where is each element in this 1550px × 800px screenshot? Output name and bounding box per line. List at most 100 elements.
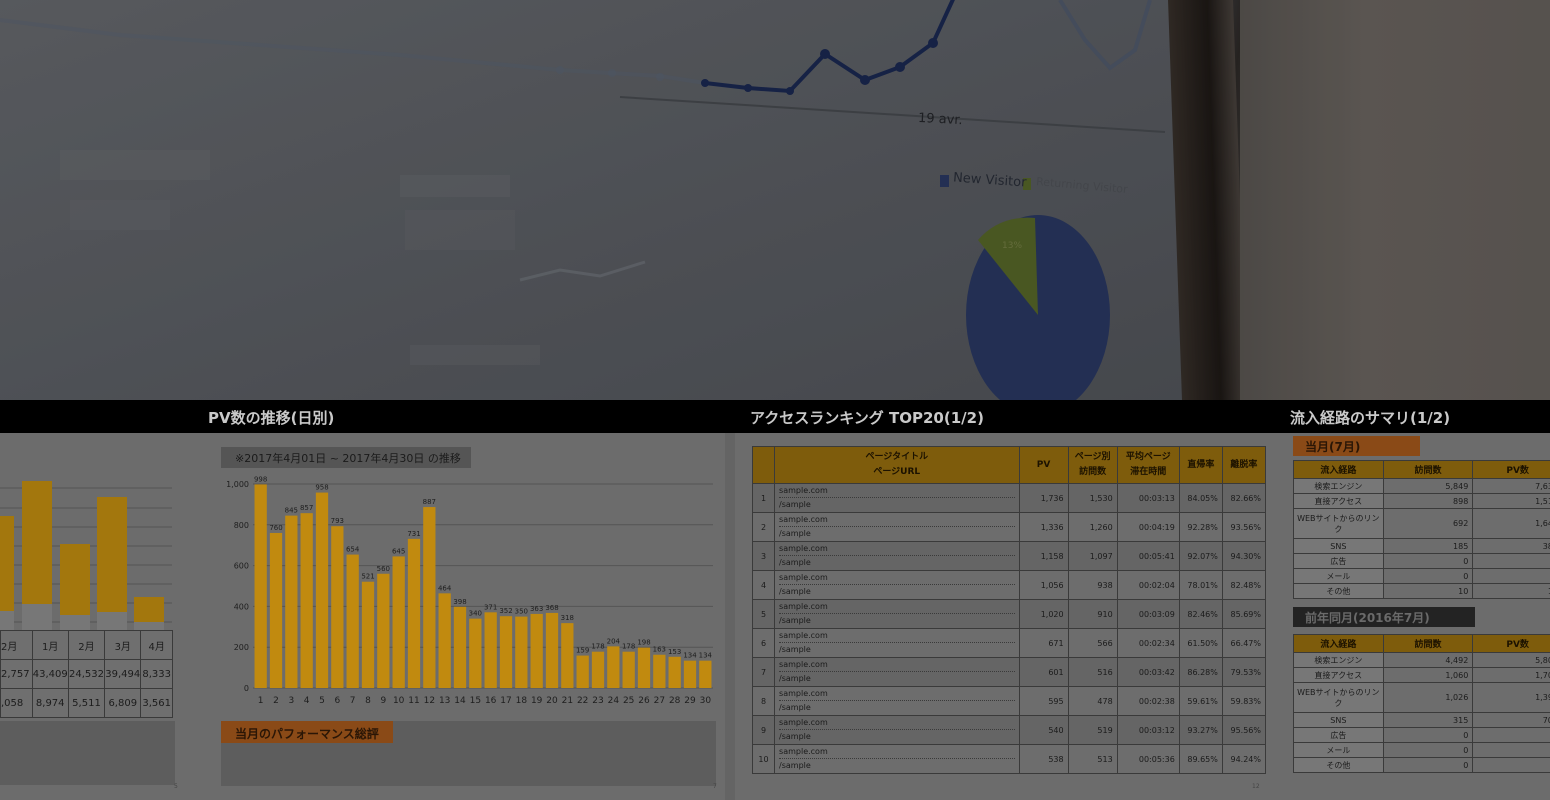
page-url: /sample bbox=[779, 587, 811, 596]
page-url: /sample bbox=[779, 645, 811, 654]
bar bbox=[668, 656, 681, 688]
source-row: 広告00 bbox=[1293, 727, 1550, 743]
ranking-row: 9 sample.com/sample 540 519 00:03:12 93.27% 95… bbox=[751, 715, 1267, 745]
x-tick-label: 2 bbox=[273, 696, 279, 706]
page-title: sample.com bbox=[779, 513, 1015, 527]
bounce-cell: 59.61% bbox=[1178, 686, 1223, 716]
bar bbox=[469, 618, 482, 688]
pv-header: PV数 bbox=[1472, 460, 1550, 479]
visits-cell: 910 bbox=[1067, 599, 1118, 629]
source-visits: 5,849 bbox=[1382, 478, 1474, 494]
source-pv: 703 bbox=[1472, 712, 1550, 728]
page-title: sample.com bbox=[779, 687, 1015, 701]
source-row: 検索エンジン4,4925,806 bbox=[1293, 652, 1550, 668]
page-number: 5 bbox=[174, 783, 178, 790]
data-label: 958 bbox=[315, 484, 328, 492]
source-name: 直接アクセス bbox=[1293, 667, 1384, 683]
data-label: 645 bbox=[392, 547, 405, 555]
source-visits: 4,492 bbox=[1382, 652, 1474, 668]
x-tick-label: 20 bbox=[546, 696, 558, 706]
source-visits: 0 bbox=[1382, 568, 1474, 584]
source-row: 広告00 bbox=[1293, 553, 1550, 569]
month-cell: 1月 bbox=[31, 630, 69, 660]
y-tick-label: 0 bbox=[244, 684, 249, 693]
source-pv: 1,644 bbox=[1472, 508, 1550, 539]
performance-summary-box: 当月のパフォーマンス総評 bbox=[221, 721, 716, 786]
time-cell: 00:02:04 bbox=[1116, 570, 1180, 600]
source-name: その他 bbox=[1293, 583, 1384, 599]
source-name: WEBサイトからのリンク bbox=[1293, 508, 1384, 539]
ranking-row: 3 sample.com/sample 1,158 1,097 00:05:41 92.0… bbox=[751, 541, 1267, 571]
x-tick-label: 5 bbox=[319, 696, 325, 706]
rank-number: 7 bbox=[751, 657, 776, 687]
prev-year-label: 前年同月(2016年7月) bbox=[1293, 607, 1475, 627]
data-label: 998 bbox=[254, 475, 267, 483]
visits-cell: 516 bbox=[1067, 657, 1118, 687]
title-header: ページタイトル ページURL bbox=[774, 446, 1020, 484]
ranking-row: 8 sample.com/sample 595 478 00:02:38 59.61% 59… bbox=[751, 686, 1267, 716]
source-row: WEBサイトからのリンク1,0261,394 bbox=[1293, 682, 1550, 713]
source-name: 広告 bbox=[1293, 553, 1384, 569]
ranking-table: ページタイトル ページURL PV ページ別 訪問数 平均ページ 滞在時間 直帰… bbox=[751, 446, 1267, 774]
page-url: /sample bbox=[779, 529, 811, 538]
exit-cell: 94.30% bbox=[1221, 541, 1267, 571]
source-name: 広告 bbox=[1293, 727, 1384, 743]
time-header: 平均ページ 滞在時間 bbox=[1116, 446, 1180, 484]
bar bbox=[407, 538, 421, 688]
source-visits: 10 bbox=[1382, 583, 1474, 599]
exit-cell: 79.53% bbox=[1221, 657, 1267, 687]
bounce-cell: 84.05% bbox=[1178, 483, 1223, 513]
pv-daily-page: ※2017年4月01日 ~ 2017年4月30日 の推移 0 200 400 600 8… bbox=[205, 433, 725, 800]
bounce-cell: 92.07% bbox=[1178, 541, 1223, 571]
page-title: sample.com bbox=[779, 745, 1015, 759]
page-title: sample.com bbox=[779, 716, 1015, 730]
month-bar-base bbox=[0, 611, 14, 631]
hero-image: 19 avr. New Visitor Returning Visitor 13… bbox=[0, 0, 1550, 400]
time-cell: 00:05:41 bbox=[1116, 541, 1180, 571]
exit-cell: 82.48% bbox=[1221, 570, 1267, 600]
data-label: 398 bbox=[453, 598, 466, 606]
y-tick-label: 800 bbox=[234, 521, 249, 530]
bounce-cell: 92.28% bbox=[1178, 512, 1223, 542]
x-tick-label: 21 bbox=[562, 696, 573, 706]
ranking-row: 6 sample.com/sample 671 566 00:02:34 61.50% 66… bbox=[751, 628, 1267, 658]
bar bbox=[683, 660, 697, 688]
y-tick-label: 400 bbox=[234, 602, 249, 611]
month-bar-base bbox=[97, 612, 127, 631]
bar bbox=[377, 573, 390, 688]
ranking-row: 5 sample.com/sample 1,020 910 00:03:09 82.46%… bbox=[751, 599, 1267, 629]
page-title: sample.com bbox=[779, 600, 1015, 614]
bar bbox=[315, 492, 329, 688]
pv-cell: 1,056 bbox=[1018, 570, 1069, 600]
value-cell: 6,809 bbox=[104, 688, 142, 718]
bar bbox=[346, 554, 359, 688]
rank-number: 1 bbox=[751, 483, 776, 513]
source-row: SNS185384 bbox=[1293, 538, 1550, 554]
bar bbox=[637, 647, 651, 688]
page-title-cell: sample.com/sample bbox=[774, 715, 1020, 745]
rank-number: 4 bbox=[751, 570, 776, 600]
source-row: SNS315703 bbox=[1293, 712, 1550, 728]
time-cell: 00:03:42 bbox=[1116, 657, 1180, 687]
x-tick-label: 16 bbox=[485, 696, 497, 706]
x-tick-label: 18 bbox=[516, 696, 528, 706]
pv-header: PV数 bbox=[1472, 634, 1550, 653]
bar bbox=[699, 660, 712, 688]
page-title: sample.com bbox=[779, 658, 1015, 672]
pv-cell: 540 bbox=[1018, 715, 1069, 745]
visits-cell: 1,097 bbox=[1067, 541, 1118, 571]
bar bbox=[453, 606, 467, 688]
month-bar bbox=[134, 597, 164, 622]
page-title: sample.com bbox=[779, 484, 1015, 498]
visits-cell: 1,530 bbox=[1067, 483, 1118, 513]
bar bbox=[254, 484, 267, 688]
source-name: 直接アクセス bbox=[1293, 493, 1384, 509]
data-label: 204 bbox=[607, 637, 621, 645]
source-row: 直接アクセス1,0601,709 bbox=[1293, 667, 1550, 683]
x-tick-label: 26 bbox=[638, 696, 650, 706]
bar bbox=[499, 616, 513, 688]
bar bbox=[561, 623, 574, 688]
data-label: 464 bbox=[438, 584, 452, 592]
page-title-cell: sample.com/sample bbox=[774, 570, 1020, 600]
y-tick-label: 600 bbox=[234, 562, 249, 571]
